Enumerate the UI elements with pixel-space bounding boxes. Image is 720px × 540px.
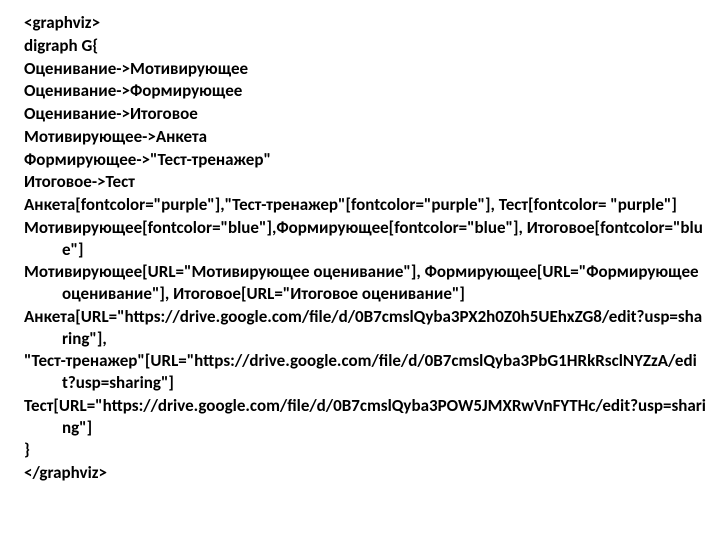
code-line: digraph G{ [24, 35, 706, 57]
code-line: Формирующее->"Тест-тренажер" [24, 149, 706, 171]
code-line: </graphviz> [24, 462, 706, 484]
code-line: Оценивание->Итоговое [24, 103, 706, 125]
code-line: Мотивирующее[fontcolor="blue"],Формирующ… [24, 217, 706, 261]
code-line: } [24, 439, 706, 461]
code-line: Мотивирующее->Анкета [24, 126, 706, 148]
code-line: <graphviz> [24, 12, 706, 34]
code-line: "Тест-тренажер"[URL="https://drive.googl… [24, 350, 706, 394]
code-line: Итоговое->Тест [24, 171, 706, 193]
code-line: Анкета[fontcolor="purple"],"Тест-тренаже… [24, 194, 706, 216]
code-line: Оценивание->Мотивирующее [24, 58, 706, 80]
code-block: <graphviz> digraph G{ Оценивание->Мотиви… [0, 0, 720, 497]
code-line: Мотивирующее[URL="Мотивирующее оценивани… [24, 261, 706, 305]
code-line: Анкета[URL="https://drive.google.com/fil… [24, 306, 706, 350]
code-line: Оценивание->Формирующее [24, 80, 706, 102]
code-line: Тест[URL="https://drive.google.com/file/… [24, 395, 706, 439]
